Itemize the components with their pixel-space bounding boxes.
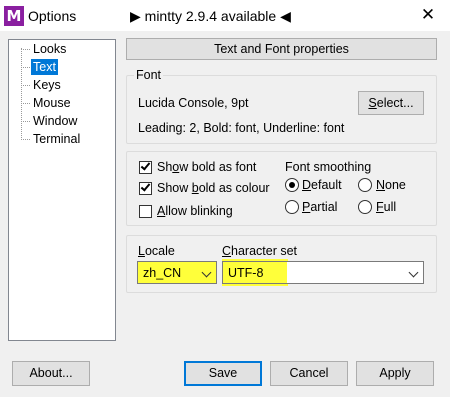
select-font-button[interactable]: Select... <box>358 91 424 115</box>
locale-label: Locale <box>138 244 175 258</box>
smoothing-full-radio[interactable] <box>358 200 372 214</box>
tree-connector <box>21 103 30 104</box>
window-title: Options <box>28 8 77 24</box>
smoothing-none-radio[interactable] <box>358 178 372 192</box>
smoothing-partial-radio[interactable] <box>285 200 299 214</box>
dialog-client-area: Looks Text Keys Mouse Window Terminal Te… <box>0 31 450 397</box>
smoothing-full-label[interactable]: Full <box>376 200 396 214</box>
category-tree[interactable]: Looks Text Keys Mouse Window Terminal <box>8 39 116 341</box>
tree-item-mouse[interactable]: Mouse <box>31 95 73 111</box>
smoothing-none-label[interactable]: None <box>376 178 406 192</box>
apply-button[interactable]: Apply <box>356 361 434 386</box>
charset-select[interactable]: UTF-8 <box>222 261 424 284</box>
update-notice[interactable]: ▶ mintty 2.9.4 available ◀ <box>130 8 291 25</box>
locale-value: zh_CN <box>143 266 182 280</box>
font-smoothing-title: Font smoothing <box>285 160 372 174</box>
chevron-down-icon <box>408 267 419 278</box>
tree-connector <box>21 139 30 140</box>
tree-item-looks[interactable]: Looks <box>31 41 68 57</box>
close-icon[interactable]: ✕ <box>410 2 446 28</box>
smoothing-default-label[interactable]: Default <box>302 178 342 192</box>
tree-item-window[interactable]: Window <box>31 113 79 129</box>
tree-connector <box>21 49 30 50</box>
tree-connector <box>21 67 30 68</box>
tree-item-keys[interactable]: Keys <box>31 77 63 93</box>
show-bold-as-font-label[interactable]: Show bold as font <box>157 160 256 174</box>
font-group-title: Font <box>134 68 164 82</box>
smoothing-partial-label[interactable]: Partial <box>302 200 337 214</box>
tree-connector-line <box>21 48 22 138</box>
show-bold-as-colour-checkbox[interactable] <box>139 181 152 195</box>
font-details: Leading: 2, Bold: font, Underline: font <box>138 121 345 135</box>
show-bold-as-colour-label[interactable]: Show bold as colour <box>157 181 270 195</box>
smoothing-default-radio[interactable] <box>285 178 299 192</box>
charset-value: UTF-8 <box>228 266 264 280</box>
tree-item-terminal[interactable]: Terminal <box>31 131 82 147</box>
tree-connector <box>21 85 30 86</box>
font-name: Lucida Console, 9pt <box>138 96 249 110</box>
tree-item-text[interactable]: Text <box>31 59 58 75</box>
chevron-down-icon <box>201 267 212 278</box>
page-header: Text and Font properties <box>126 38 437 60</box>
show-bold-as-font-checkbox[interactable] <box>139 160 152 174</box>
mintty-app-icon: M <box>4 6 24 26</box>
tree-connector <box>21 121 30 122</box>
save-button[interactable]: Save <box>184 361 262 386</box>
allow-blinking-label[interactable]: Allow blinking <box>157 204 233 218</box>
charset-label: Character set <box>222 244 298 258</box>
locale-select[interactable]: zh_CN <box>137 261 217 284</box>
about-button[interactable]: About... <box>12 361 90 386</box>
allow-blinking-checkbox[interactable] <box>139 205 152 218</box>
cancel-button[interactable]: Cancel <box>270 361 348 386</box>
title-bar: M Options ▶ mintty 2.9.4 available ◀ ✕ <box>0 0 450 31</box>
